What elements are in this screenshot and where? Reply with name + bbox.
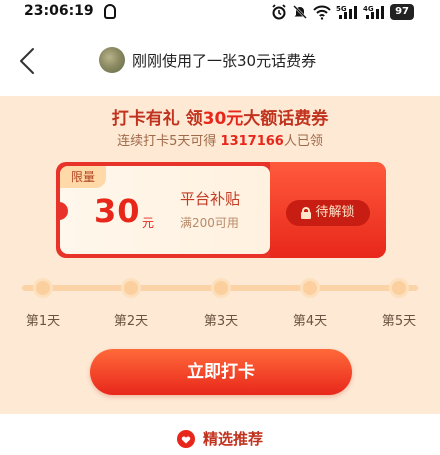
checkin-promo-card: 打卡有礼 领30元大额话费券 连续打卡5天可得 1317166人已领 限量 30… [0, 96, 440, 414]
promo-subtitle: 连续打卡5天可得 1317166人已领 [0, 130, 440, 149]
coupon-name: 平台补贴 [180, 190, 241, 208]
coupon-condition: 满200可用 [180, 216, 239, 230]
day-label: 第1天 [25, 314, 61, 329]
coupon-unit: 元 [142, 216, 155, 230]
status-icons: 5G 4G 97 [271, 3, 414, 21]
day-label: 第4天 [292, 314, 328, 329]
promo-title: 打卡有礼 领30元大额话费券 [0, 104, 440, 129]
recommend-section: 精选推荐 [0, 414, 440, 455]
limited-tag: 限量 [60, 166, 106, 188]
unlock-button[interactable]: 待解锁 [286, 200, 370, 226]
header: 刚刚使用了一张30元话费券 [0, 24, 440, 96]
day-label: 第5天 [381, 314, 417, 329]
wifi-icon [313, 5, 331, 20]
svg-text:4G: 4G [363, 5, 374, 13]
day-label: 第3天 [203, 314, 239, 329]
lock-icon [301, 207, 312, 219]
day-marker [300, 278, 320, 298]
signal-4g-icon: 4G [363, 5, 385, 19]
day-marker [33, 278, 53, 298]
status-bar: 23:06:19 5G 4G 97 [0, 0, 440, 24]
svg-text:5G: 5G [336, 5, 347, 13]
promo-title-amount: 30元 [202, 109, 244, 129]
page-title: 刚刚使用了一张30元话费券 [132, 52, 317, 70]
app-notification-icon [104, 4, 116, 19]
day-marker [121, 278, 141, 298]
promo-subtitle-suffix: 人已领 [283, 134, 323, 149]
coupon-card: 限量 30 元 平台补贴 满200可用 待解锁 [56, 162, 386, 258]
alarm-icon [272, 4, 286, 20]
unlock-label: 待解锁 [315, 205, 355, 220]
claimed-count: 1317166 [220, 134, 284, 149]
mute-icon [293, 5, 307, 19]
chevron-left-icon[interactable] [16, 46, 40, 76]
coupon-value: 30 [94, 192, 141, 230]
checkin-now-button[interactable]: 立即打卡 [90, 349, 352, 395]
status-time: 23:06:19 [24, 3, 94, 19]
recommend-label: 精选推荐 [202, 430, 263, 448]
promo-title-suffix: 大额话费券 [243, 109, 329, 129]
day-label: 第2天 [113, 314, 149, 329]
day-marker [211, 278, 231, 298]
avatar [99, 47, 125, 73]
day-marker [389, 278, 409, 298]
signal-5g-icon: 5G [336, 5, 358, 19]
heart-icon [176, 429, 195, 448]
battery-icon: 97 [390, 4, 414, 20]
promo-subtitle-prefix: 连续打卡5天可得 [117, 134, 217, 149]
recommend-header[interactable]: 精选推荐 [0, 428, 440, 449]
promo-title-prefix: 打卡有礼 领 [111, 109, 203, 129]
